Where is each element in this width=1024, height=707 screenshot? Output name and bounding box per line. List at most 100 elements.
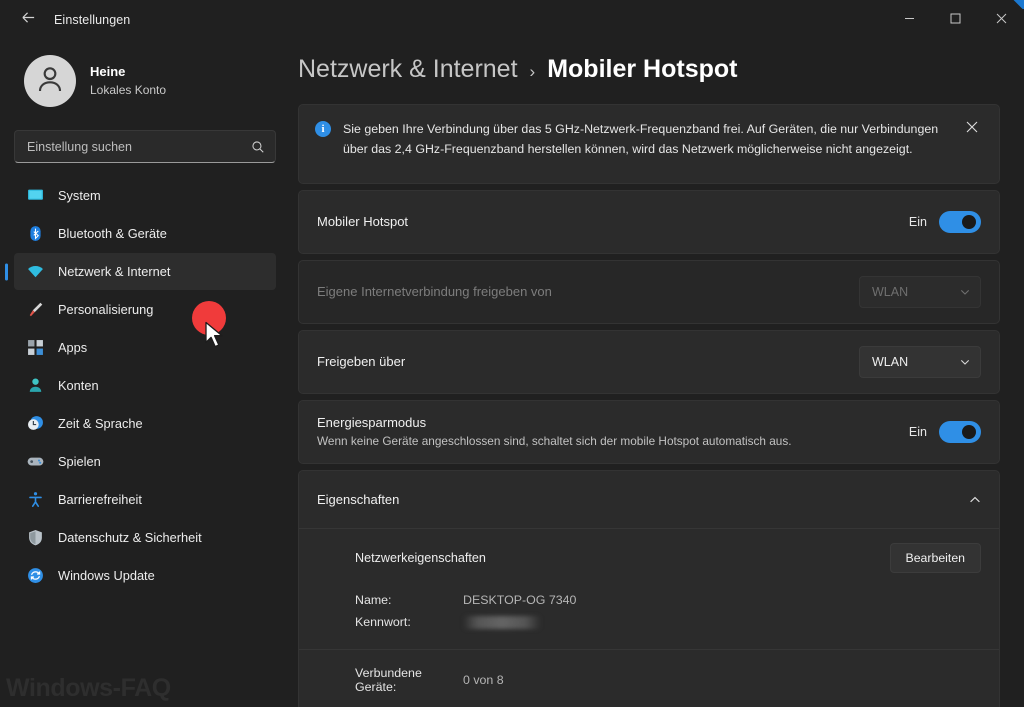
share-connection-from-card: Eigene Internetverbindung freigeben von … bbox=[298, 260, 1000, 324]
avatar bbox=[24, 55, 76, 107]
power-saving-card: Energiesparmodus Wenn keine Geräte anges… bbox=[298, 400, 1000, 464]
maximize-button[interactable] bbox=[932, 0, 978, 40]
property-value: DESKTOP-OG 7340 bbox=[463, 593, 577, 607]
person-avatar-icon bbox=[34, 63, 66, 100]
sidebar-item-system[interactable]: System bbox=[14, 177, 276, 214]
sidebar-item-accounts[interactable]: Konten bbox=[14, 367, 276, 404]
chevron-down-icon bbox=[960, 287, 970, 297]
sidebar-item-label: Netzwerk & Internet bbox=[58, 264, 171, 279]
sidebar-item-apps[interactable]: Apps bbox=[14, 329, 276, 366]
gamepad-icon bbox=[26, 453, 44, 471]
property-key: Verbundene Geräte: bbox=[355, 666, 422, 694]
back-arrow-icon bbox=[21, 10, 36, 30]
power-saving-label: Energiesparmodus bbox=[317, 414, 427, 430]
minimize-button[interactable] bbox=[886, 0, 932, 40]
dropdown-value: WLAN bbox=[872, 285, 909, 299]
chevron-down-icon bbox=[960, 357, 970, 367]
network-properties-block: Netzwerkeigenschaften Bearbeiten Name: D… bbox=[299, 529, 999, 649]
power-saving-state: Ein bbox=[908, 425, 927, 439]
accounts-person-icon bbox=[26, 377, 44, 395]
breadcrumb-parent[interactable]: Netzwerk & Internet bbox=[298, 55, 518, 84]
properties-title: Eigenschaften bbox=[317, 492, 400, 507]
close-icon bbox=[966, 120, 978, 138]
property-key: Kennwort: bbox=[355, 615, 411, 629]
power-saving-description: Wenn keine Geräte angeschlossen sind, sc… bbox=[317, 434, 792, 449]
account-summary[interactable]: Heine Lokales Konto bbox=[14, 40, 276, 114]
search-icon bbox=[251, 140, 265, 154]
share-over-card: Freigeben über WLAN bbox=[298, 330, 1000, 394]
sidebar-item-gaming[interactable]: Spielen bbox=[14, 443, 276, 480]
info-banner: i Sie geben Ihre Verbindung über das 5 G… bbox=[298, 104, 1000, 184]
mobile-hotspot-toggle[interactable] bbox=[939, 211, 981, 233]
paintbrush-icon bbox=[26, 301, 44, 319]
sidebar-item-time-language[interactable]: Zeit & Sprache bbox=[14, 405, 276, 442]
redacted-password-value bbox=[463, 615, 541, 629]
toggle-knob bbox=[962, 215, 976, 229]
wifi-icon bbox=[26, 263, 44, 281]
window-body: Heine Lokales Konto System bbox=[0, 40, 1024, 707]
update-refresh-icon bbox=[26, 567, 44, 585]
sidebar-nav: System Bluetooth & Geräte Netzwerk & Int… bbox=[14, 177, 276, 594]
sidebar-item-accessibility[interactable]: Barrierefreiheit bbox=[14, 481, 276, 518]
toggle-knob bbox=[962, 425, 976, 439]
apps-grid-icon bbox=[26, 339, 44, 357]
share-over-dropdown[interactable]: WLAN bbox=[859, 346, 981, 378]
sidebar-item-personalization[interactable]: Personalisierung bbox=[14, 291, 276, 328]
banner-close-button[interactable] bbox=[961, 120, 983, 138]
power-saving-toggle-group[interactable]: Ein bbox=[909, 421, 981, 443]
mobile-hotspot-toggle-group[interactable]: Ein bbox=[909, 211, 981, 233]
breadcrumb-separator-icon: › bbox=[529, 62, 536, 81]
network-properties-label: Netzwerkeigenschaften bbox=[355, 551, 486, 565]
property-key: Name: bbox=[355, 593, 392, 607]
minimize-icon bbox=[904, 11, 915, 29]
title-bar: Einstellungen bbox=[0, 0, 1024, 40]
mobile-hotspot-label: Mobiler Hotspot bbox=[317, 214, 409, 230]
back-button[interactable] bbox=[6, 4, 50, 36]
sidebar: Heine Lokales Konto System bbox=[0, 40, 290, 707]
sidebar-item-label: Apps bbox=[58, 340, 88, 355]
close-icon bbox=[996, 11, 1007, 29]
property-row-password: Kennwort: bbox=[355, 611, 981, 633]
mobile-hotspot-state: Ein bbox=[908, 215, 927, 229]
sidebar-item-label: Windows Update bbox=[58, 568, 155, 583]
share-connection-from-label: Eigene Internetverbindung freigeben von bbox=[317, 284, 552, 300]
sidebar-item-label: System bbox=[58, 188, 101, 203]
sidebar-item-label: Konten bbox=[58, 378, 99, 393]
edit-button[interactable]: Bearbeiten bbox=[889, 543, 981, 573]
close-button[interactable] bbox=[978, 0, 1024, 40]
settings-window: Einstellungen Heine Lokales Konto Einste… bbox=[0, 0, 1024, 707]
maximize-icon bbox=[950, 11, 961, 29]
info-banner-text: Sie geben Ihre Verbindung über das 5 GHz… bbox=[343, 122, 939, 157]
shield-icon bbox=[26, 529, 44, 547]
breadcrumb: Netzwerk & Internet › Mobiler Hotspot bbox=[298, 40, 1000, 104]
monitor-icon bbox=[26, 187, 44, 205]
share-over-label: Freigeben über bbox=[317, 354, 406, 370]
sidebar-item-windows-update[interactable]: Windows Update bbox=[14, 557, 276, 594]
dropdown-value: WLAN bbox=[872, 355, 909, 369]
sidebar-item-bluetooth[interactable]: Bluetooth & Geräte bbox=[14, 215, 276, 252]
sidebar-item-label: Datenschutz & Sicherheit bbox=[58, 530, 202, 545]
info-icon: i bbox=[315, 121, 331, 137]
share-connection-from-dropdown[interactable]: WLAN bbox=[859, 276, 981, 308]
sidebar-item-label: Bluetooth & Geräte bbox=[58, 226, 167, 241]
sidebar-item-network-internet[interactable]: Netzwerk & Internet bbox=[14, 253, 276, 290]
watermark: Windows-FAQ bbox=[6, 674, 171, 702]
connected-devices-block: Verbundene Geräte: 0 von 8 bbox=[299, 649, 999, 707]
search-input[interactable] bbox=[27, 139, 251, 154]
power-saving-toggle[interactable] bbox=[939, 421, 981, 443]
search-box[interactable] bbox=[14, 130, 276, 163]
property-row-connected-devices: Verbundene Geräte: 0 von 8 bbox=[355, 666, 981, 694]
mobile-hotspot-card: Mobiler Hotspot Ein bbox=[298, 190, 1000, 254]
account-name: Heine bbox=[90, 64, 126, 80]
account-type: Lokales Konto bbox=[90, 83, 167, 98]
sidebar-item-label: Personalisierung bbox=[58, 302, 154, 317]
properties-expander-header[interactable]: Eigenschaften bbox=[299, 471, 999, 529]
bluetooth-icon bbox=[26, 225, 44, 243]
accessibility-person-icon bbox=[26, 491, 44, 509]
main-content: Netzwerk & Internet › Mobiler Hotspot i … bbox=[290, 40, 1024, 707]
sidebar-item-privacy-security[interactable]: Datenschutz & Sicherheit bbox=[14, 519, 276, 556]
properties-card: Eigenschaften Netzwerkeigenschaften Bear… bbox=[298, 470, 1000, 707]
window-title: Einstellungen bbox=[54, 13, 131, 27]
property-value: 0 von 8 bbox=[463, 673, 504, 687]
clock-globe-icon bbox=[26, 415, 44, 433]
